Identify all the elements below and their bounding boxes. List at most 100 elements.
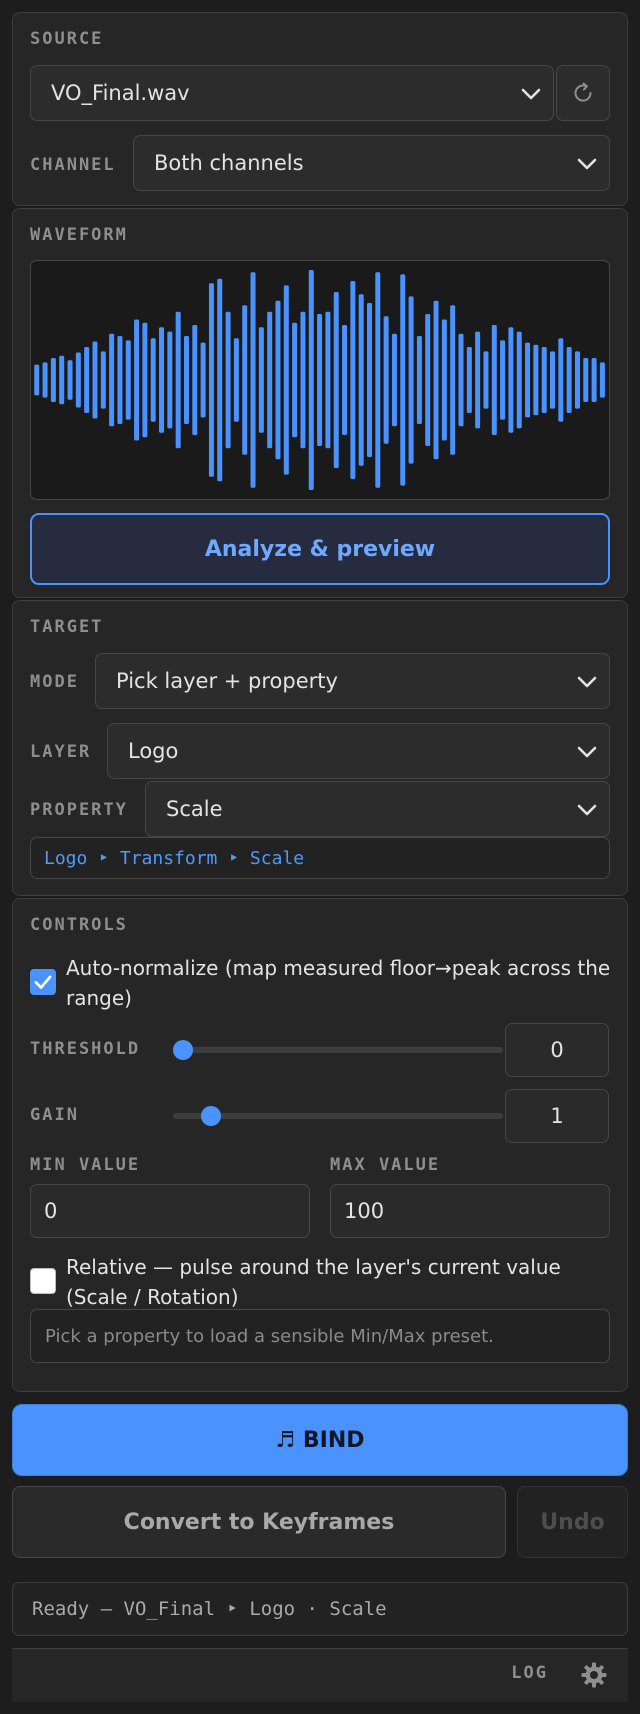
layer-value: Logo bbox=[128, 739, 179, 763]
waveform-bar bbox=[541, 347, 547, 413]
waveform-bar bbox=[175, 311, 181, 449]
waveform-bar bbox=[275, 300, 281, 460]
threshold-label: THRESHOLD bbox=[30, 1039, 141, 1059]
waveform-bar bbox=[375, 272, 381, 488]
mode-value: Pick layer + property bbox=[116, 669, 338, 693]
waveform-bar bbox=[550, 351, 556, 409]
waveform-bar bbox=[391, 333, 397, 427]
waveform-bar bbox=[92, 341, 98, 419]
convert-to-keyframes-button[interactable]: Convert to Keyframes bbox=[12, 1486, 506, 1558]
waveform-bar bbox=[208, 283, 214, 477]
waveform-bar bbox=[84, 347, 90, 413]
waveform-bar bbox=[225, 311, 231, 449]
waveform-bar bbox=[416, 336, 422, 424]
min-value-input[interactable]: 0 bbox=[30, 1184, 310, 1238]
waveform-bar bbox=[533, 344, 539, 416]
waveform-bar bbox=[342, 325, 348, 435]
waveform-bar bbox=[59, 355, 65, 405]
mode-label: MODE bbox=[30, 672, 79, 692]
refresh-icon bbox=[574, 82, 592, 102]
waveform-bar bbox=[117, 336, 123, 424]
waveform-bar bbox=[200, 342, 206, 418]
waveform-bar bbox=[267, 311, 273, 449]
waveform-bar bbox=[159, 327, 165, 433]
refresh-button[interactable] bbox=[556, 65, 610, 121]
chevron-down-icon bbox=[577, 804, 597, 816]
relative-checkbox[interactable] bbox=[30, 1268, 56, 1294]
gain-slider[interactable] bbox=[173, 1106, 503, 1126]
waveform-bar bbox=[325, 311, 331, 449]
auto-normalize-checkbox[interactable] bbox=[30, 969, 56, 995]
source-panel: SOURCE VO_Final.wav CHANNEL Both channel… bbox=[12, 12, 628, 206]
max-value-input[interactable]: 100 bbox=[330, 1184, 610, 1238]
controls-panel: CONTROLS Auto-normalize (map measured fl… bbox=[12, 898, 628, 1392]
waveform-bar bbox=[408, 296, 414, 464]
waveform-bar bbox=[317, 314, 323, 446]
waveform-bar bbox=[508, 327, 514, 433]
layer-select[interactable]: Logo bbox=[107, 723, 610, 779]
threshold-slider-thumb[interactable] bbox=[173, 1040, 193, 1060]
max-value-label: MAX VALUE bbox=[330, 1155, 441, 1175]
bind-button[interactable]: ♬ BIND bbox=[12, 1404, 628, 1476]
waveform-bar bbox=[358, 294, 364, 466]
target-section-title: TARGET bbox=[30, 617, 104, 637]
mode-select[interactable]: Pick layer + property bbox=[95, 653, 610, 709]
threshold-slider[interactable] bbox=[173, 1040, 503, 1060]
source-section-title: SOURCE bbox=[30, 29, 104, 49]
waveform-bar bbox=[142, 322, 148, 438]
waveform-section-title: WAVEFORM bbox=[30, 225, 128, 245]
property-select[interactable]: Scale bbox=[145, 781, 610, 837]
waveform-bar bbox=[50, 358, 56, 402]
controls-section-title: CONTROLS bbox=[30, 915, 128, 935]
waveform-bar bbox=[574, 351, 580, 409]
gain-input[interactable]: 1 bbox=[505, 1089, 609, 1143]
property-path-breadcrumb: Logo ‣ Transform ‣ Scale bbox=[30, 837, 610, 879]
target-panel: TARGET MODE Pick layer + property LAYER … bbox=[12, 600, 628, 896]
relative-label: Relative — pulse around the layer's curr… bbox=[66, 1255, 561, 1309]
waveform-bar bbox=[350, 281, 356, 479]
waveform-bar bbox=[183, 336, 189, 424]
channel-select[interactable]: Both channels bbox=[133, 135, 610, 191]
waveform-panel: WAVEFORM Analyze & preview bbox=[12, 208, 628, 598]
waveform-bar bbox=[134, 319, 140, 441]
waveform-bar bbox=[367, 303, 372, 457]
chevron-down-icon bbox=[577, 676, 597, 688]
waveform-bar bbox=[292, 322, 298, 438]
waveform-bar bbox=[491, 325, 497, 435]
waveform-bar bbox=[283, 285, 289, 475]
min-value-label: MIN VALUE bbox=[30, 1155, 141, 1175]
threshold-input[interactable]: 0 bbox=[505, 1023, 609, 1077]
waveform-bar bbox=[333, 292, 339, 468]
source-file-value: VO_Final.wav bbox=[51, 81, 190, 105]
waveform-bar bbox=[483, 351, 489, 409]
waveform-bar bbox=[67, 360, 73, 400]
log-button[interactable]: LOG bbox=[511, 1663, 548, 1683]
chevron-down-icon bbox=[521, 88, 541, 100]
waveform-bar bbox=[308, 270, 314, 490]
waveform-bar bbox=[75, 352, 81, 408]
chevron-down-icon bbox=[577, 746, 597, 758]
waveform-bar bbox=[383, 316, 389, 444]
waveform-bar bbox=[233, 338, 239, 422]
waveform-bar bbox=[192, 325, 198, 435]
gain-slider-thumb[interactable] bbox=[200, 1106, 221, 1126]
waveform-bar bbox=[516, 331, 522, 429]
waveform-bar bbox=[217, 278, 223, 482]
waveform-bar bbox=[591, 358, 597, 402]
channel-value: Both channels bbox=[154, 151, 304, 175]
waveform-bar bbox=[433, 300, 439, 460]
gear-icon[interactable] bbox=[580, 1661, 608, 1689]
channel-label: CHANNEL bbox=[30, 155, 116, 175]
waveform-bar bbox=[150, 338, 156, 422]
source-file-select[interactable]: VO_Final.wav bbox=[30, 65, 554, 121]
preset-hint: Pick a property to load a sensible Min/M… bbox=[30, 1309, 610, 1363]
waveform-bar bbox=[258, 327, 264, 433]
undo-button[interactable]: Undo bbox=[517, 1486, 628, 1558]
waveform-display bbox=[30, 260, 610, 500]
check-icon bbox=[34, 975, 52, 989]
auto-normalize-label: Auto-normalize (map measured floor→peak … bbox=[66, 956, 611, 1010]
layer-label: LAYER bbox=[30, 742, 92, 762]
analyze-preview-button[interactable]: Analyze & preview bbox=[30, 513, 610, 585]
waveform-bar bbox=[400, 274, 406, 486]
property-label: PROPERTY bbox=[30, 800, 128, 820]
